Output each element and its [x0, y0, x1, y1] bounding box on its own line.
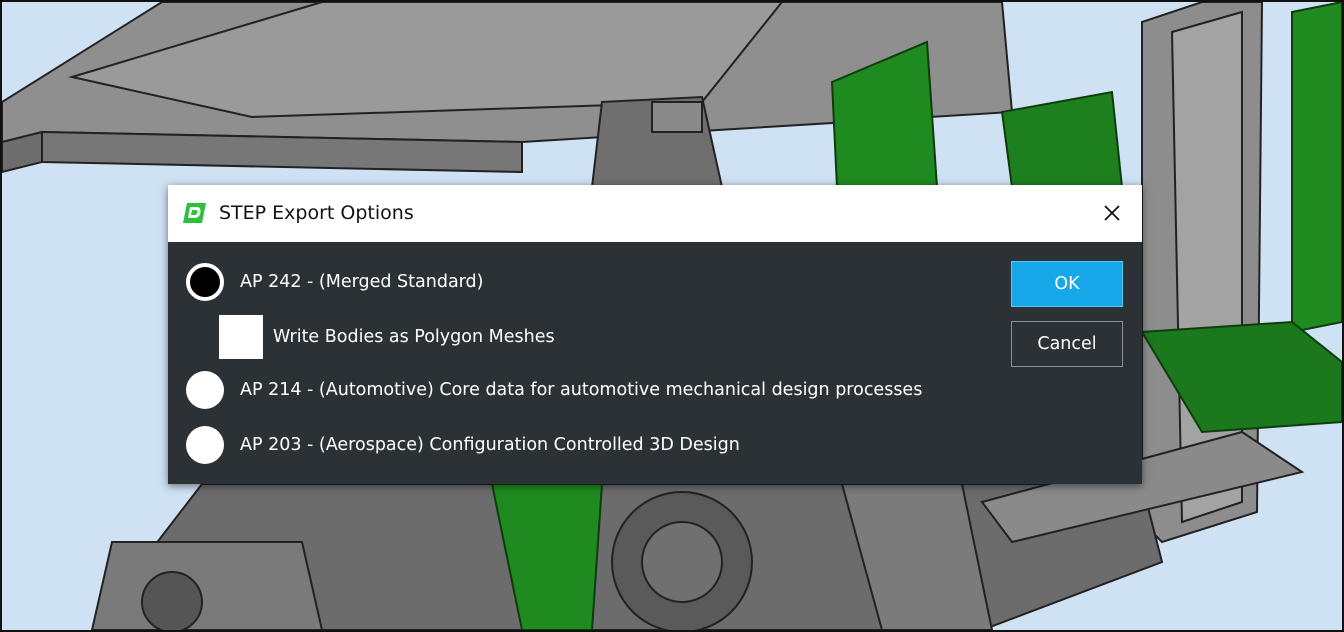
option-ap242[interactable]: AP 242 - (Merged Standard) [186, 262, 484, 302]
cancel-button[interactable]: Cancel [1011, 321, 1123, 367]
radio-ap203[interactable] [186, 426, 224, 464]
close-icon [1104, 205, 1120, 221]
write-polygon-meshes-checkbox[interactable] [219, 315, 263, 359]
write-polygon-meshes-option[interactable]: Write Bodies as Polygon Meshes [219, 315, 555, 359]
close-button[interactable] [1096, 197, 1128, 229]
option-ap242-label: AP 242 - (Merged Standard) [240, 272, 484, 292]
option-ap214-label: AP 214 - (Automotive) Core data for auto… [240, 380, 923, 400]
option-ap203-label: AP 203 - (Aerospace) Configuration Contr… [240, 435, 740, 455]
ok-button[interactable]: OK [1011, 261, 1123, 307]
option-ap214[interactable]: AP 214 - (Automotive) Core data for auto… [186, 370, 922, 410]
screenshot-frame: STEP Export Options AP 242 - (Merged Sta… [0, 0, 1344, 632]
dialog-title: STEP Export Options [219, 202, 414, 224]
app-logo-icon [183, 203, 206, 223]
step-export-dialog: STEP Export Options AP 242 - (Merged Sta… [168, 185, 1142, 484]
write-polygon-meshes-label: Write Bodies as Polygon Meshes [273, 327, 555, 347]
dialog-titlebar[interactable]: STEP Export Options [168, 185, 1142, 242]
radio-ap242[interactable] [186, 263, 224, 301]
option-ap203[interactable]: AP 203 - (Aerospace) Configuration Contr… [186, 425, 740, 465]
radio-ap214[interactable] [186, 371, 224, 409]
